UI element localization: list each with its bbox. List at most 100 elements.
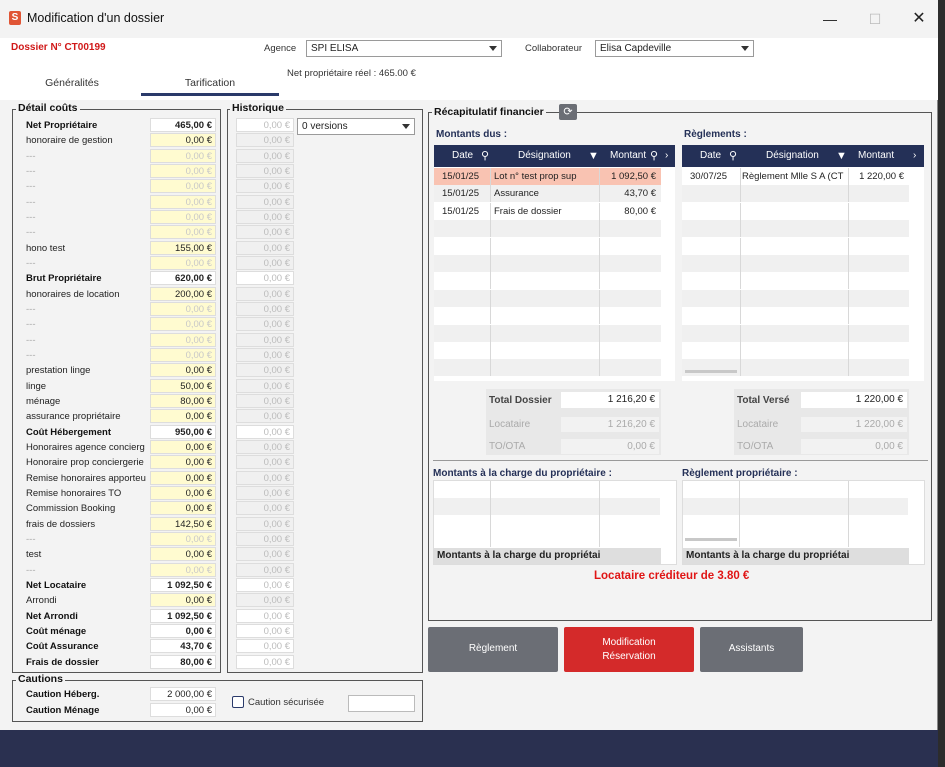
historique-value: 0,00 €	[236, 609, 294, 623]
search-icon[interactable]: ⚲	[729, 145, 737, 167]
refresh-button[interactable]: ⟳	[559, 104, 577, 120]
cost-value-field[interactable]: 43,70 €	[150, 639, 216, 653]
cost-value-field[interactable]: 0,00 €	[150, 210, 216, 224]
horizontal-scrollbar[interactable]	[685, 370, 737, 373]
column-header-montant[interactable]: Montant	[610, 145, 646, 167]
cost-value-field[interactable]: 0,00 €	[150, 149, 216, 163]
table-row	[434, 290, 661, 307]
window-title: Modification d'un dossier	[27, 11, 165, 25]
column-divider	[848, 481, 849, 547]
historique-value: 0,00 €	[236, 486, 294, 500]
historique-value: 0,00 €	[236, 118, 294, 132]
column-header-montant[interactable]: Montant	[858, 145, 894, 167]
column-header-date[interactable]: Date	[452, 145, 473, 167]
cost-value-field[interactable]: 0,00 €	[150, 455, 216, 469]
tab-generalites[interactable]: Généralités	[3, 72, 141, 96]
cost-value-field[interactable]: 0,00 €	[150, 532, 216, 546]
cost-value-field[interactable]: 0,00 €	[150, 348, 216, 362]
historique-value: 0,00 €	[236, 425, 294, 439]
cost-value-field[interactable]: 0,00 €	[150, 195, 216, 209]
cost-value-field[interactable]: 0,00 €	[150, 471, 216, 485]
cost-value-field[interactable]: 50,00 €	[150, 379, 216, 393]
scroll-right-icon[interactable]: ›	[913, 145, 916, 167]
column-divider	[740, 272, 741, 289]
historique-value: 0,00 €	[236, 348, 294, 362]
cost-value-field[interactable]: 465,00 €	[150, 118, 216, 132]
table-row	[434, 255, 661, 272]
locataire-label: Locataire	[489, 419, 531, 430]
table-row	[682, 290, 909, 307]
cost-value-field[interactable]: 0,00 €	[150, 302, 216, 316]
cost-value-field[interactable]: 0,00 €	[150, 363, 216, 377]
cost-label: Arrondi	[26, 595, 57, 606]
column-header-date[interactable]: Date	[700, 145, 721, 167]
table-row	[682, 238, 909, 255]
cost-value-field[interactable]: 0,00 €	[150, 409, 216, 423]
assistants-button[interactable]: Assistants	[700, 627, 803, 672]
horizontal-scrollbar[interactable]	[685, 538, 737, 541]
cost-value-field[interactable]: 0,00 €	[150, 333, 216, 347]
cost-value-field[interactable]: 155,00 €	[150, 241, 216, 255]
column-header-designation[interactable]: Désignation	[766, 145, 819, 167]
filter-icon[interactable]: ▼	[588, 145, 599, 167]
cost-label: ---	[26, 304, 36, 315]
historique-value: 0,00 €	[236, 440, 294, 454]
agence-select[interactable]: SPI ELISA	[306, 40, 502, 57]
cost-value-field[interactable]: 950,00 €	[150, 425, 216, 439]
cost-value-field[interactable]: 200,00 €	[150, 287, 216, 301]
table-cell-montant: 1 220,00 €	[859, 171, 904, 182]
cost-label: ---	[26, 350, 36, 361]
scroll-right-icon[interactable]: ›	[665, 145, 668, 167]
filter-icon[interactable]: ▼	[836, 145, 847, 167]
reglement-button[interactable]: Règlement	[428, 627, 558, 672]
search-icon[interactable]: ⚲	[650, 145, 658, 167]
app-icon: S	[9, 11, 21, 25]
column-divider	[848, 238, 849, 255]
cost-value-field[interactable]: 1 092,50 €	[150, 609, 216, 623]
maximize-button[interactable]: ☐	[863, 8, 887, 30]
column-divider	[740, 168, 741, 185]
cost-value-field[interactable]: 1 092,50 €	[150, 578, 216, 592]
cost-value-field[interactable]: 0,00 €	[150, 440, 216, 454]
cost-value-field[interactable]: 0,00 €	[150, 179, 216, 193]
cost-value-field[interactable]: 0,00 €	[150, 563, 216, 577]
cost-value-field[interactable]: 0,00 €	[150, 256, 216, 270]
cost-value-field[interactable]: 0,00 €	[150, 593, 216, 607]
historique-value: 0,00 €	[236, 164, 294, 178]
cost-value-field[interactable]: 620,00 €	[150, 271, 216, 285]
cost-value-field[interactable]: 142,50 €	[150, 517, 216, 531]
cost-label: Frais de dossier	[26, 657, 99, 668]
cost-value-field[interactable]: 80,00 €	[150, 655, 216, 669]
cost-value-field[interactable]: 80,00 €	[150, 394, 216, 408]
reglements-header: Date ⚲ Désignation ▼ Montant ›	[682, 145, 924, 167]
column-header-designation[interactable]: Désignation	[518, 145, 571, 167]
cost-value-field[interactable]: 0,00 €	[150, 547, 216, 561]
cost-value-field[interactable]: 0,00 €	[150, 133, 216, 147]
cost-value-field[interactable]: 0,00 €	[150, 501, 216, 515]
cost-value-field[interactable]: 0,00 €	[150, 486, 216, 500]
column-divider	[848, 342, 849, 359]
table-row	[682, 342, 909, 359]
caution-securisee-checkbox[interactable]	[232, 696, 244, 708]
collaborateur-label: Collaborateur	[525, 43, 583, 54]
close-button[interactable]: ✕	[907, 8, 931, 30]
versions-select[interactable]: 0 versions	[297, 118, 415, 135]
cost-value-field[interactable]: 0,00 €	[150, 225, 216, 239]
caution-heberg-field[interactable]: 2 000,00 €	[150, 687, 216, 701]
cost-label: assurance propriétaire	[26, 411, 121, 422]
column-divider	[490, 238, 491, 255]
cost-value-field[interactable]: 0,00 €	[150, 164, 216, 178]
collaborateur-select[interactable]: Elisa Capdeville	[595, 40, 754, 57]
caution-securisee-input[interactable]	[348, 695, 415, 712]
modification-reservation-button[interactable]: Modification Réservation	[564, 627, 694, 672]
search-icon[interactable]: ⚲	[481, 145, 489, 167]
tab-tarification[interactable]: Tarification	[141, 72, 279, 96]
minimize-button[interactable]: —	[818, 8, 842, 30]
column-divider	[740, 307, 741, 324]
cost-value-field[interactable]: 0,00 €	[150, 624, 216, 638]
caution-menage-field[interactable]: 0,00 €	[150, 703, 216, 717]
cost-value-field[interactable]: 0,00 €	[150, 317, 216, 331]
cost-label: ---	[26, 335, 36, 346]
historique-value: 0,00 €	[236, 517, 294, 531]
table-row	[682, 220, 909, 237]
